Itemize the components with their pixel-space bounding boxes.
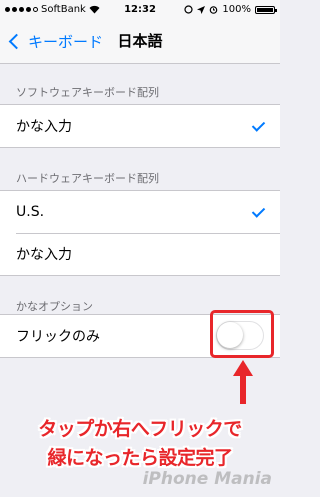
list-item-label: U.S.	[16, 204, 45, 220]
annotation-line-2: 緑になったら設定完了	[47, 447, 233, 469]
software-keyboard-group: かな入力	[0, 104, 280, 148]
status-right: 100%	[184, 4, 277, 15]
annotation-line-1: タップか右へフリックで	[38, 418, 242, 440]
list-item-hardware-kana[interactable]: かな入力	[0, 233, 280, 275]
alarm-icon	[210, 6, 218, 14]
status-bar: SoftBank 12:32 100%	[0, 0, 280, 20]
section-header-software-keyboard: ソフトウェアキーボード配列	[16, 86, 159, 99]
hardware-keyboard-group: U.S. かな入力	[0, 190, 280, 276]
watermark-logo: iPhone Mania	[142, 469, 272, 489]
checkmark-icon	[251, 118, 266, 132]
list-item-label: かな入力	[16, 119, 72, 135]
section-header-kana-options: かなオプション	[16, 300, 93, 313]
location-icon	[197, 5, 206, 14]
list-item-label: フリックのみ	[16, 329, 100, 345]
checkmark-icon	[251, 204, 266, 218]
list-item-label: かな入力	[16, 247, 72, 263]
list-item-us[interactable]: U.S.	[0, 191, 280, 233]
page-title: 日本語	[117, 32, 163, 50]
rotation-lock-icon	[184, 5, 194, 14]
battery-level	[257, 7, 273, 12]
section-header-hardware-keyboard: ハードウェアキーボード配列	[16, 172, 159, 185]
battery-icon	[255, 5, 277, 14]
arrow-shaft	[240, 374, 246, 404]
navigation-bar: キーボード 日本語	[0, 20, 280, 64]
highlight-box	[210, 310, 274, 358]
battery-percent: 100%	[222, 4, 251, 15]
list-item-software-kana[interactable]: かな入力	[0, 105, 280, 147]
